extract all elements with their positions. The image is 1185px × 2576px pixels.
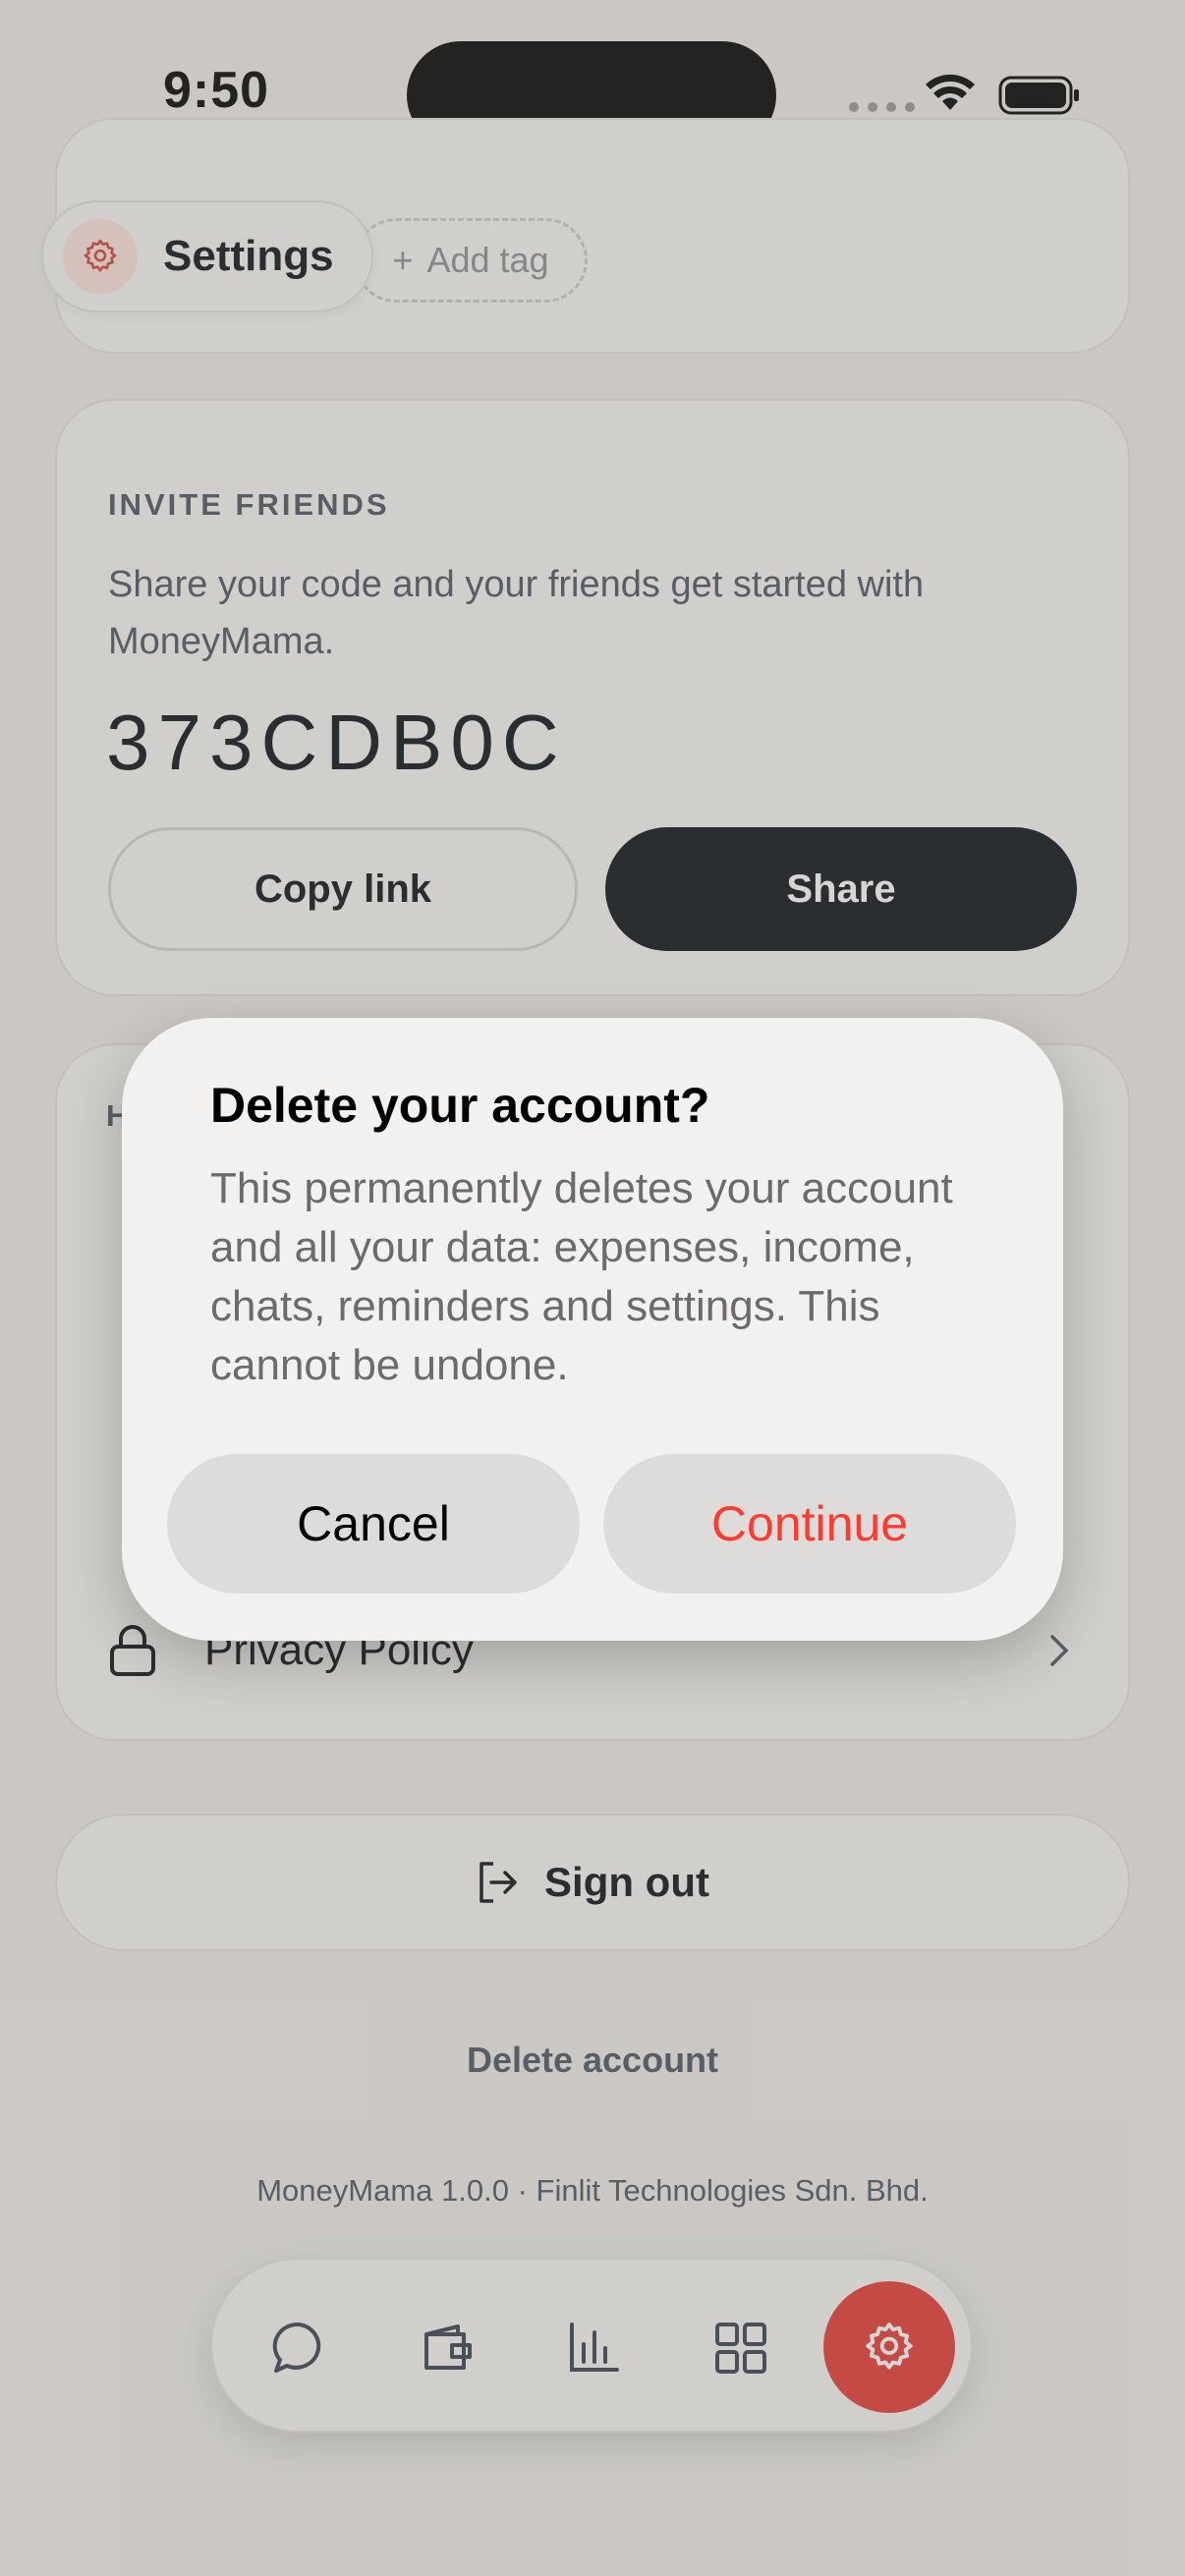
dialog-title: Delete your account? xyxy=(210,1078,710,1133)
cancel-button[interactable]: Cancel xyxy=(167,1454,580,1594)
dialog-message: This permanently deletes your account an… xyxy=(210,1164,953,1389)
continue-button[interactable]: Continue xyxy=(603,1454,1016,1594)
